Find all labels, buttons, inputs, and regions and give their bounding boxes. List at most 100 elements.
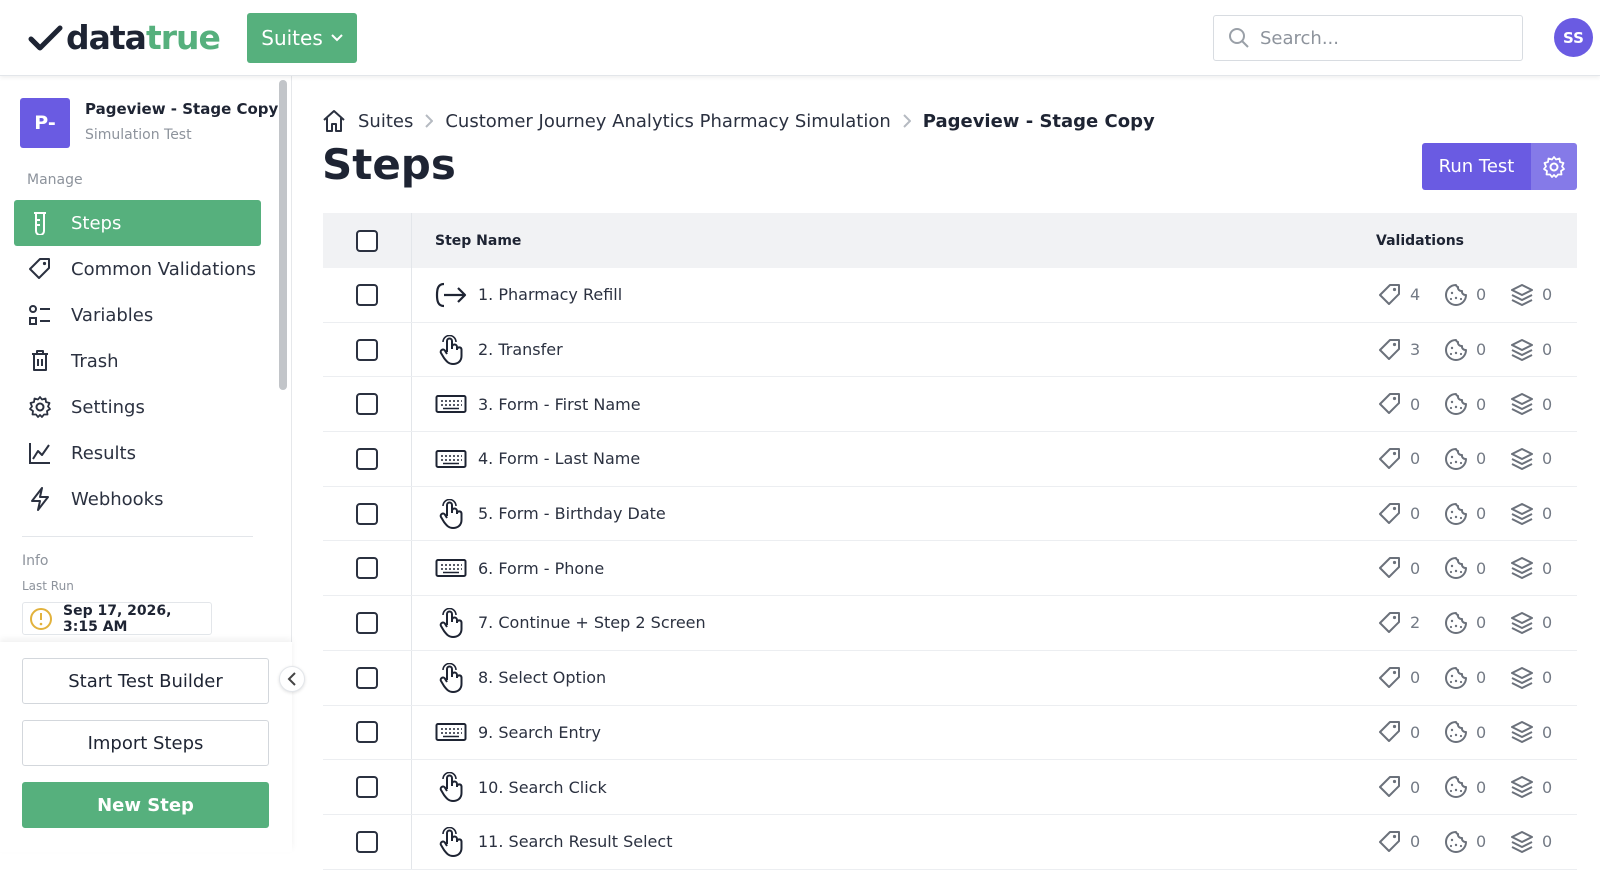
row-checkbox[interactable]	[356, 721, 378, 744]
layer-count: 0	[1542, 394, 1553, 414]
column-step-name[interactable]: Step Name	[435, 233, 521, 249]
table-row[interactable]: 10. Search Click 0 0 0	[323, 760, 1577, 815]
sidebar-item-webhooks[interactable]: Webhooks	[14, 476, 261, 522]
step-name[interactable]: 7. Continue + Step 2 Screen	[478, 613, 706, 632]
test-name: Pageview - Stage Copy	[85, 100, 279, 118]
tag-validation-group: 4	[1378, 283, 1444, 307]
search-box[interactable]	[1213, 15, 1523, 61]
step-name[interactable]: 6. Form - Phone	[478, 559, 604, 578]
cookie-validation-group: 0	[1444, 283, 1510, 307]
cookie-validation-group: 0	[1444, 720, 1510, 744]
step-name[interactable]: 11. Search Result Select	[478, 832, 672, 851]
table-row[interactable]: 1. Pharmacy Refill 4 0 0	[323, 268, 1577, 323]
sidebar-item-trash[interactable]: Trash	[14, 338, 261, 384]
table-row[interactable]: 2. Transfer 3 0 0	[323, 322, 1577, 378]
row-select-cell	[323, 377, 412, 432]
suites-dropdown-button[interactable]: Suites	[247, 13, 357, 63]
sidebar-item-variables[interactable]: Variables	[14, 292, 261, 338]
table-row[interactable]: 11. Search Result Select 0 0 0	[323, 814, 1577, 870]
step-name[interactable]: 2. Transfer	[478, 340, 563, 359]
step-name[interactable]: 1. Pharmacy Refill	[478, 285, 622, 304]
breadcrumb-suites-link[interactable]: Suites	[358, 111, 413, 132]
row-select-cell	[323, 268, 412, 322]
sidebar-item-results[interactable]: Results	[14, 430, 261, 476]
chevron-right-icon	[425, 114, 434, 128]
table-row[interactable]: 4. Form - Last Name 0 0 0	[323, 432, 1577, 487]
sidebar-item-steps[interactable]: Steps	[14, 200, 261, 246]
chevron-left-icon	[287, 672, 297, 686]
breadcrumb-suite-link[interactable]: Customer Journey Analytics Pharmacy Simu…	[445, 111, 890, 132]
step-name[interactable]: 9. Search Entry	[478, 723, 601, 742]
row-checkbox[interactable]	[356, 338, 378, 361]
collapse-sidebar-button[interactable]	[279, 666, 305, 692]
row-select-cell	[323, 596, 412, 650]
tag-validation-group: 0	[1378, 720, 1444, 744]
tag-count: 0	[1410, 777, 1421, 797]
row-checkbox[interactable]	[356, 283, 378, 306]
sidebar-item-common-validations[interactable]: Common Validations	[14, 246, 261, 292]
row-checkbox[interactable]	[356, 830, 378, 853]
gear-icon	[27, 394, 53, 420]
search-input[interactable]	[1260, 27, 1500, 49]
step-name[interactable]: 5. Form - Birthday Date	[478, 504, 666, 523]
step-name[interactable]: 8. Select Option	[478, 668, 606, 687]
tag-icon	[27, 256, 53, 282]
row-select-cell	[323, 814, 412, 869]
home-icon[interactable]	[322, 109, 346, 133]
sidebar-item-label: Trash	[71, 350, 119, 372]
cookie-validation-group: 0	[1444, 502, 1510, 526]
test-type: Simulation Test	[85, 127, 192, 143]
user-avatar[interactable]: SS	[1554, 18, 1593, 57]
select-all-checkbox[interactable]	[356, 229, 378, 252]
tag-icon	[1378, 447, 1402, 471]
tag-validation-group: 0	[1378, 392, 1444, 416]
tag-validation-group: 0	[1378, 556, 1444, 580]
tag-count: 0	[1410, 832, 1421, 852]
table-row[interactable]: 7. Continue + Step 2 Screen 2 0 0	[323, 596, 1577, 651]
row-checkbox[interactable]	[356, 611, 378, 634]
row-checkbox[interactable]	[356, 447, 378, 470]
click-icon	[434, 662, 468, 693]
cookie-count: 0	[1476, 558, 1487, 578]
tag-icon	[1378, 830, 1402, 854]
datatrue-logo[interactable]: datatrue	[28, 18, 221, 57]
layer-count: 0	[1542, 449, 1553, 469]
validation-counts: 0 0 0	[1378, 447, 1576, 471]
layers-icon	[1510, 830, 1534, 854]
row-checkbox[interactable]	[356, 557, 378, 580]
validation-counts: 0 0 0	[1378, 502, 1576, 526]
new-step-button[interactable]: New Step	[22, 782, 269, 828]
validation-counts: 0 0 0	[1378, 830, 1576, 854]
layers-icon	[1510, 283, 1534, 307]
cookie-count: 0	[1476, 668, 1487, 688]
sidebar-scrollbar[interactable]	[279, 80, 287, 390]
run-test-button[interactable]: Run Test	[1422, 143, 1531, 190]
tag-count: 4	[1410, 285, 1421, 305]
logo-text: datatrue	[66, 18, 221, 57]
start-test-builder-button[interactable]: Start Test Builder	[22, 658, 269, 704]
cookie-icon	[1444, 666, 1468, 690]
step-name[interactable]: 10. Search Click	[478, 778, 607, 797]
cookie-icon	[1444, 830, 1468, 854]
step-name[interactable]: 4. Form - Last Name	[478, 449, 640, 468]
row-checkbox[interactable]	[356, 502, 378, 525]
top-header: datatrue Suites SS	[0, 0, 1600, 76]
chart-icon	[27, 440, 53, 466]
import-steps-button[interactable]: Import Steps	[22, 720, 269, 766]
cookie-icon	[1444, 502, 1468, 526]
navigate-icon	[434, 280, 468, 310]
sidebar-item-settings[interactable]: Settings	[14, 384, 261, 430]
table-row[interactable]: 6. Form - Phone 0 0 0	[323, 541, 1577, 597]
cookie-icon	[1444, 447, 1468, 471]
table-row[interactable]: 3. Form - First Name 0 0 0	[323, 377, 1577, 433]
tag-count: 2	[1410, 613, 1421, 633]
row-checkbox[interactable]	[356, 393, 378, 416]
run-settings-button[interactable]	[1531, 143, 1577, 190]
row-checkbox[interactable]	[356, 776, 378, 799]
step-name[interactable]: 3. Form - First Name	[478, 395, 641, 414]
keyboard-icon	[434, 553, 468, 583]
table-row[interactable]: 5. Form - Birthday Date 0 0 0	[323, 486, 1577, 542]
table-row[interactable]: 9. Search Entry 0 0 0	[323, 705, 1577, 761]
row-checkbox[interactable]	[356, 666, 378, 689]
table-row[interactable]: 8. Select Option 0 0 0	[323, 650, 1577, 706]
